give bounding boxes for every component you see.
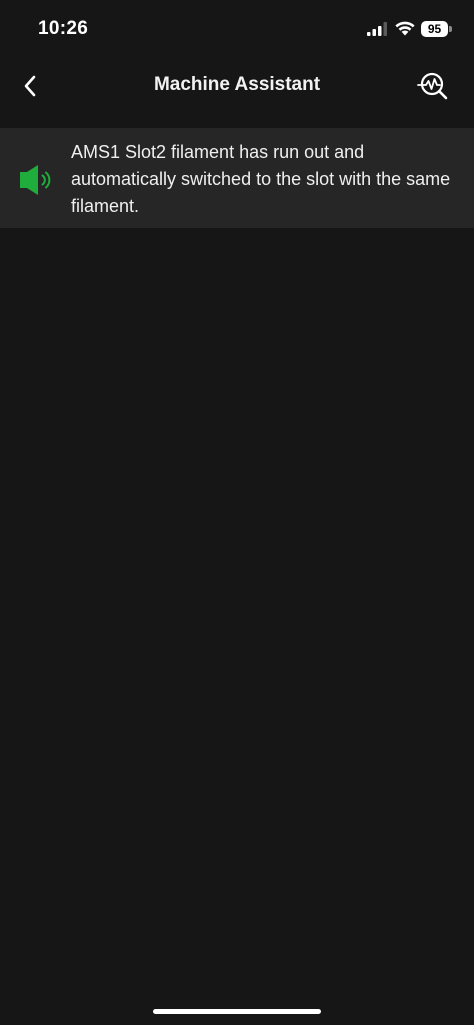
page-title: Machine Assistant — [153, 74, 321, 95]
diagnose-search-icon — [417, 72, 448, 100]
message-text: AMS1 Slot2 filament has run out and auto… — [71, 142, 451, 216]
diagnose-button[interactable] — [414, 68, 452, 104]
status-time: 10:26 — [38, 18, 89, 39]
battery-icon: 95 — [421, 21, 452, 37]
battery-level: 95 — [421, 21, 448, 37]
speaker-icon — [20, 165, 51, 195]
status-bar: 10:26 95 — [0, 0, 474, 60]
wifi-icon — [395, 21, 415, 36]
home-indicator[interactable] — [153, 1009, 321, 1014]
battery-tip — [449, 26, 452, 32]
cellular-signal-icon — [367, 22, 387, 36]
nav-header: Machine Assistant — [0, 60, 474, 112]
